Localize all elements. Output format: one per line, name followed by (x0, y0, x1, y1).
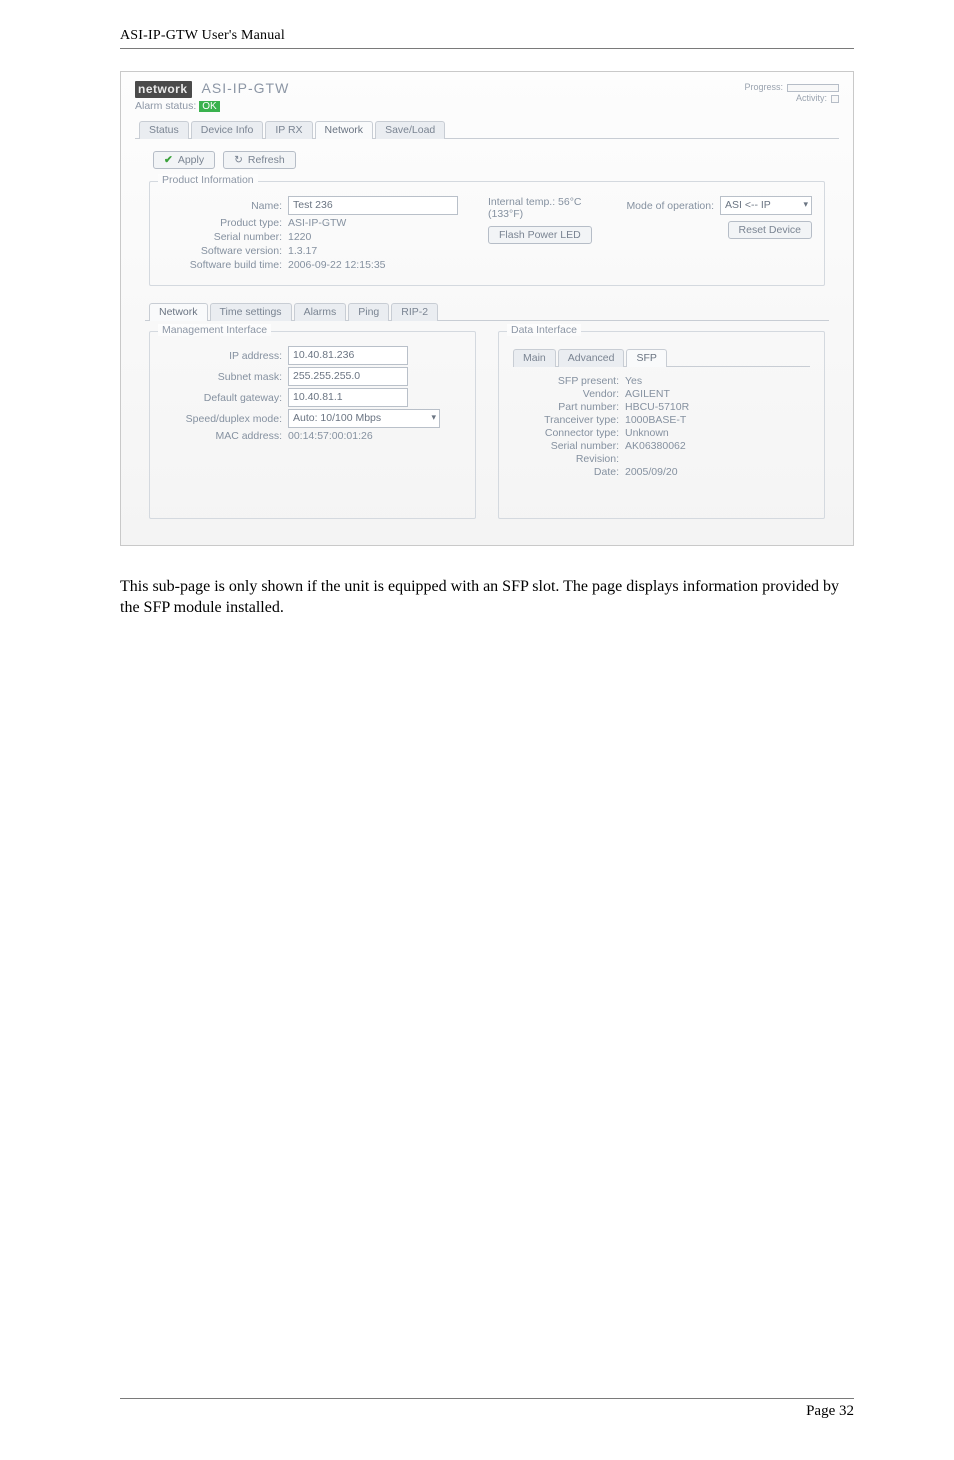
tab-device-info[interactable]: Device Info (191, 121, 264, 139)
app-screenshot: network ASI-IP-GTW Alarm status: OK Prog… (120, 71, 854, 546)
subtab-network[interactable]: Network (149, 303, 208, 321)
software-version-value: 1.3.17 (288, 245, 317, 257)
speed-duplex-select[interactable]: Auto: 10/100 Mbps (288, 409, 440, 428)
di-serial-number-label: Serial number: (511, 440, 625, 452)
body-paragraph: This sub-page is only shown if the unit … (120, 576, 854, 618)
progress-bar (787, 84, 839, 92)
default-gateway-label: Default gateway: (162, 392, 288, 404)
activity-label: Activity: (796, 93, 827, 104)
subtab-alarms[interactable]: Alarms (294, 303, 347, 321)
di-tab-main[interactable]: Main (513, 349, 556, 367)
subtab-ping[interactable]: Ping (348, 303, 389, 321)
product-type-value: ASI-IP-GTW (288, 217, 346, 229)
product-information-title: Product Information (158, 174, 258, 186)
brand-title: ASI-IP-GTW (202, 80, 290, 96)
apply-button[interactable]: ✔ Apply (153, 151, 215, 169)
serial-number-label: Serial number: (162, 231, 288, 243)
check-icon: ✔ (164, 154, 173, 166)
mac-address-value: 00:14:57:00:01:26 (288, 430, 373, 442)
part-number-label: Part number: (511, 401, 625, 413)
progress-label: Progress: (744, 82, 783, 93)
activity-indicator (831, 95, 839, 103)
refresh-icon: ↻ (234, 154, 243, 166)
refresh-button[interactable]: ↻ Refresh (223, 151, 296, 169)
tranceiver-type-label: Tranceiver type: (511, 414, 625, 426)
reset-device-button[interactable]: Reset Device (728, 221, 812, 239)
subnet-mask-label: Subnet mask: (162, 371, 288, 383)
di-tab-advanced[interactable]: Advanced (558, 349, 625, 367)
doc-header: ASI-IP-GTW User's Manual (120, 28, 854, 49)
part-number-value: HBCU-5710R (625, 401, 689, 413)
sfp-present-value: Yes (625, 375, 642, 387)
date-value: 2005/09/20 (625, 466, 678, 478)
mode-of-operation-label: Mode of operation: (626, 200, 714, 212)
date-label: Date: (511, 466, 625, 478)
flash-power-led-button[interactable]: Flash Power LED (488, 226, 592, 244)
progress-activity-block: Progress: Activity: (744, 82, 839, 104)
default-gateway-input[interactable] (288, 388, 408, 407)
serial-number-value: 1220 (288, 231, 311, 243)
product-information-group: Product Information Name: Product type: … (149, 181, 825, 286)
tab-status[interactable]: Status (139, 121, 189, 139)
mac-address-label: MAC address: (162, 430, 288, 442)
page-footer: Page 32 (120, 1398, 854, 1420)
vendor-value: AGILENT (625, 388, 670, 400)
name-input[interactable] (288, 196, 458, 215)
management-interface-title: Management Interface (158, 324, 271, 336)
alarm-status-value: OK (199, 101, 219, 112)
refresh-label: Refresh (248, 154, 285, 166)
internal-temp: Internal temp.: 56°C (133°F) (488, 196, 596, 220)
build-time-value: 2006-09-22 12:15:35 (288, 259, 386, 271)
speed-duplex-label: Speed/duplex mode: (162, 413, 288, 425)
di-serial-number-value: AK06380062 (625, 440, 686, 452)
sfp-present-label: SFP present: (511, 375, 625, 387)
subtab-rip2[interactable]: RIP-2 (391, 303, 438, 321)
mode-of-operation-select[interactable]: ASI <-- IP (720, 196, 812, 215)
software-version-label: Software version: (162, 245, 288, 257)
sub-tabstrip: Network Time settings Alarms Ping RIP-2 (145, 302, 829, 321)
subnet-mask-input[interactable] (288, 367, 408, 386)
alarm-status-label: Alarm status: (135, 100, 196, 112)
subtab-time-settings[interactable]: Time settings (210, 303, 292, 321)
ip-address-input[interactable] (288, 346, 408, 365)
product-type-label: Product type: (162, 217, 288, 229)
connector-type-label: Connector type: (511, 427, 625, 439)
main-tabstrip: Status Device Info IP RX Network Save/Lo… (135, 120, 839, 139)
brand-badge: network (135, 81, 192, 99)
build-time-label: Software build time: (162, 259, 288, 271)
management-interface-group: Management Interface IP address: Subnet … (149, 331, 476, 519)
name-label: Name: (162, 200, 288, 212)
tab-ip-rx[interactable]: IP RX (265, 121, 312, 139)
connector-type-value: Unknown (625, 427, 669, 439)
di-tab-sfp[interactable]: SFP (626, 349, 666, 367)
vendor-label: Vendor: (511, 388, 625, 400)
data-interface-title: Data Interface (507, 324, 581, 336)
data-interface-group: Data Interface Main Advanced SFP SFP pre… (498, 331, 825, 519)
tab-network[interactable]: Network (315, 121, 374, 139)
apply-label: Apply (178, 154, 204, 166)
tab-save-load[interactable]: Save/Load (375, 121, 445, 139)
revision-label: Revision: (511, 453, 625, 465)
ip-address-label: IP address: (162, 350, 288, 362)
tranceiver-type-value: 1000BASE-T (625, 414, 686, 426)
